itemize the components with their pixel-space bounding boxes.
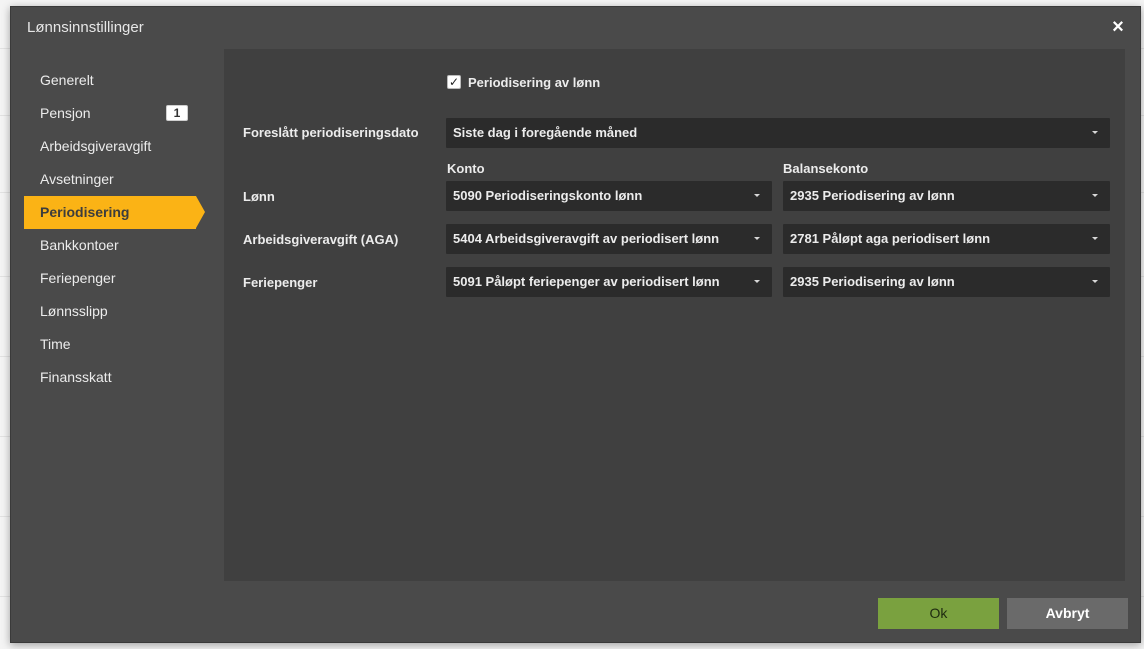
select-value: 2781 Påløpt aga periodisert lønn — [790, 231, 991, 246]
select-value: 5090 Periodiseringskonto lønn — [453, 188, 643, 203]
sidebar-item-lonnsslipp[interactable]: Lønnsslipp — [24, 295, 214, 328]
chevron-down-icon — [1092, 237, 1098, 240]
sidebar-item-finansskatt[interactable]: Finansskatt — [24, 361, 214, 394]
sidebar-item-label: Periodisering — [40, 204, 130, 220]
settings-sidebar: Generelt Pensjon 1 Arbeidsgiveravgift Av… — [24, 64, 214, 394]
select-value: 2935 Periodisering av lønn — [790, 188, 955, 203]
dialog-title: Lønnsinnstillinger — [27, 19, 144, 36]
col-header-balansekonto: Balansekonto — [783, 161, 869, 176]
sidebar-item-avsetninger[interactable]: Avsetninger — [24, 163, 214, 196]
sidebar-item-label: Pensjon — [40, 105, 91, 121]
date-label: Foreslått periodiseringsdato — [243, 125, 419, 140]
balansekonto-select-lonn[interactable]: 2935 Periodisering av lønn — [783, 181, 1110, 211]
sidebar-item-label: Finansskatt — [40, 369, 112, 385]
cancel-button[interactable]: Avbryt — [1007, 598, 1128, 629]
sidebar-item-bankkontoer[interactable]: Bankkontoer — [24, 229, 214, 262]
sidebar-item-label: Arbeidsgiveravgift — [40, 138, 152, 154]
row-label-feriepenger: Feriepenger — [243, 275, 318, 290]
chevron-down-icon — [1092, 280, 1098, 283]
sidebar-item-feriepenger[interactable]: Feriepenger — [24, 262, 214, 295]
checkbox-label: Periodisering av lønn — [468, 75, 601, 90]
count-badge: 1 — [166, 105, 188, 121]
sidebar-item-pensjon[interactable]: Pensjon 1 — [24, 97, 214, 130]
sidebar-item-label: Lønnsslipp — [40, 303, 108, 319]
chevron-down-icon — [754, 237, 760, 240]
settings-dialog: Lønnsinnstillinger × Generelt Pensjon 1 … — [10, 6, 1141, 643]
sidebar-item-label: Feriepenger — [40, 270, 116, 286]
select-value: 2935 Periodisering av lønn — [790, 274, 955, 289]
select-value: Siste dag i foregående måned — [453, 125, 638, 140]
row-label-lonn: Lønn — [243, 189, 275, 204]
sidebar-item-label: Avsetninger — [40, 171, 114, 187]
date-select[interactable]: Siste dag i foregående måned — [446, 118, 1110, 148]
ok-button[interactable]: Ok — [878, 598, 999, 629]
periodisering-checkbox[interactable]: ✓ — [447, 75, 461, 89]
sidebar-item-label: Bankkontoer — [40, 237, 119, 253]
chevron-down-icon — [1092, 194, 1098, 197]
settings-panel: ✓ Periodisering av lønn Foreslått period… — [224, 49, 1125, 581]
sidebar-item-label: Generelt — [40, 72, 94, 88]
select-value: 5091 Påløpt feriepenger av periodisert l… — [453, 274, 720, 289]
sidebar-item-time[interactable]: Time — [24, 328, 214, 361]
check-icon: ✓ — [448, 75, 460, 89]
row-label-aga: Arbeidsgiveravgift (AGA) — [243, 232, 399, 247]
konto-select-feriepenger[interactable]: 5091 Påløpt feriepenger av periodisert l… — [446, 267, 772, 297]
chevron-down-icon — [754, 280, 760, 283]
konto-select-lonn[interactable]: 5090 Periodiseringskonto lønn — [446, 181, 772, 211]
chevron-down-icon — [754, 194, 760, 197]
close-icon[interactable]: × — [1108, 17, 1128, 37]
dialog-titlebar: Lønnsinnstillinger × — [11, 7, 1140, 49]
select-value: 5404 Arbeidsgiveravgift av periodisert l… — [453, 231, 720, 246]
sidebar-item-generelt[interactable]: Generelt — [24, 64, 214, 97]
balansekonto-select-aga[interactable]: 2781 Påløpt aga periodisert lønn — [783, 224, 1110, 254]
sidebar-item-periodisering[interactable]: Periodisering — [24, 196, 205, 229]
sidebar-item-label: Time — [40, 336, 71, 352]
konto-select-aga[interactable]: 5404 Arbeidsgiveravgift av periodisert l… — [446, 224, 772, 254]
chevron-down-icon — [1092, 131, 1098, 134]
sidebar-item-arbeidsgiveravgift[interactable]: Arbeidsgiveravgift — [24, 130, 214, 163]
balansekonto-select-feriepenger[interactable]: 2935 Periodisering av lønn — [783, 267, 1110, 297]
col-header-konto: Konto — [447, 161, 485, 176]
